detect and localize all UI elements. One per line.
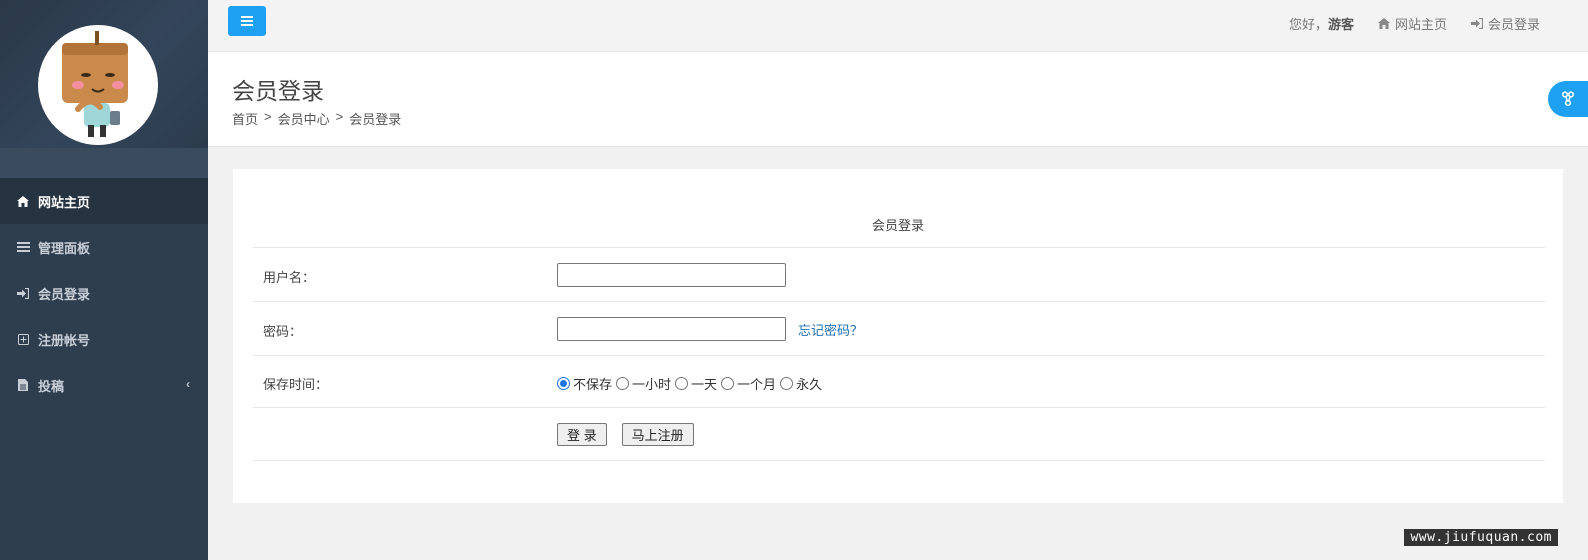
- sign-in-icon: [1470, 18, 1483, 29]
- sidebar: 网站主页 管理面板 会员登录 注册帐号 投稿 ‹: [0, 0, 208, 560]
- top-home-link[interactable]: 网站主页: [1377, 14, 1447, 33]
- radio-label: 永久: [796, 377, 823, 392]
- username-row: 用户名：: [253, 247, 1545, 301]
- save-option-forever[interactable]: 永久: [780, 374, 822, 393]
- radio-label: 一个月: [737, 377, 777, 392]
- username: 游客: [1327, 17, 1354, 32]
- hamburger-icon: [241, 16, 253, 26]
- sidebar-item-label: 注册帐号: [38, 332, 91, 348]
- home-icon: [14, 195, 32, 207]
- breadcrumb-current: 会员登录: [349, 112, 402, 127]
- breadcrumb-separator: >: [335, 109, 344, 124]
- password-label: 密码：: [263, 324, 303, 339]
- forgot-password-link[interactable]: 忘记密码？: [798, 320, 863, 339]
- page-header: 会员登录 首页 > 会员中心 > 会员登录: [208, 52, 1588, 147]
- radio-button[interactable]: [557, 377, 570, 390]
- sidebar-item-dashboard[interactable]: 管理面板: [0, 224, 208, 270]
- password-input[interactable]: [557, 317, 786, 341]
- page-title: 会员登录: [232, 78, 324, 104]
- breadcrumb: 首页 > 会员中心 > 会员登录: [232, 109, 401, 128]
- sidebar-item-register[interactable]: 注册帐号: [0, 316, 208, 362]
- plus-square-icon: [14, 333, 32, 345]
- login-panel: 会员登录 用户名： 密码： 忘记密码？ 保存时间： 不保存 一小时 一天 一个月…: [233, 169, 1563, 503]
- file-icon: [14, 379, 32, 391]
- share-nodes-icon: [1561, 91, 1575, 107]
- buttons-row: 登 录 马上注册: [253, 407, 1545, 461]
- username-input[interactable]: [557, 263, 786, 287]
- radio-label: 一天: [691, 377, 718, 392]
- list-icon: [14, 242, 32, 252]
- sidebar-item-label: 会员登录: [38, 286, 91, 302]
- sidebar-item-label: 网站主页: [38, 194, 91, 210]
- breadcrumb-home[interactable]: 首页: [232, 109, 258, 128]
- profile-area: [0, 0, 208, 148]
- top-home-label: 网站主页: [1394, 17, 1447, 32]
- radio-label: 不保存: [573, 377, 613, 392]
- password-row: 密码： 忘记密码？: [253, 301, 1545, 355]
- radio-button[interactable]: [780, 377, 794, 390]
- save-option-hour[interactable]: 一小时: [616, 374, 671, 393]
- radio-button[interactable]: [616, 377, 630, 390]
- save-time-label: 保存时间：: [263, 377, 329, 392]
- form-title: 会员登录: [871, 218, 924, 233]
- sidebar-spacer: [0, 148, 208, 178]
- sign-in-icon: [14, 287, 32, 299]
- save-option-day[interactable]: 一天: [675, 374, 717, 393]
- save-option-month[interactable]: 一个月: [721, 374, 776, 393]
- sidebar-item-submit[interactable]: 投稿 ‹: [0, 362, 208, 408]
- save-time-options: 不保存 一小时 一天 一个月 永久: [557, 374, 826, 393]
- top-right-links: 您好， 游客 网站主页 会员登录: [1289, 14, 1540, 33]
- cartoon-box-character-icon: [62, 31, 128, 137]
- radio-label: 一小时: [632, 377, 672, 392]
- avatar[interactable]: [38, 25, 158, 145]
- watermark: www.jiufuquan.com: [1404, 529, 1558, 546]
- home-icon: [1377, 18, 1390, 29]
- floating-settings-button[interactable]: [1548, 81, 1588, 117]
- sidebar-item-home[interactable]: 网站主页: [0, 178, 208, 224]
- radio-button[interactable]: [675, 377, 689, 390]
- save-option-none[interactable]: 不保存: [557, 374, 612, 393]
- breadcrumb-separator: >: [264, 109, 272, 124]
- sidebar-item-label: 投稿: [38, 378, 65, 394]
- register-button[interactable]: 马上注册: [621, 423, 694, 446]
- top-login-link[interactable]: 会员登录: [1470, 14, 1540, 33]
- sidebar-item-label: 管理面板: [38, 240, 91, 256]
- login-button[interactable]: 登 录: [557, 423, 607, 446]
- save-time-row: 保存时间： 不保存 一小时 一天 一个月 永久: [253, 355, 1545, 407]
- chevron-left-icon[interactable]: ‹: [186, 377, 190, 391]
- menu-toggle-button[interactable]: [228, 6, 266, 36]
- radio-button[interactable]: [721, 377, 735, 390]
- breadcrumb-member-center[interactable]: 会员中心: [278, 109, 330, 128]
- sidebar-item-login[interactable]: 会员登录: [0, 270, 208, 316]
- username-label: 用户名：: [263, 270, 316, 285]
- greeting-text: 您好，: [1288, 17, 1328, 32]
- top-bar: 您好， 游客 网站主页 会员登录: [208, 0, 1588, 52]
- top-login-label: 会员登录: [1487, 17, 1540, 32]
